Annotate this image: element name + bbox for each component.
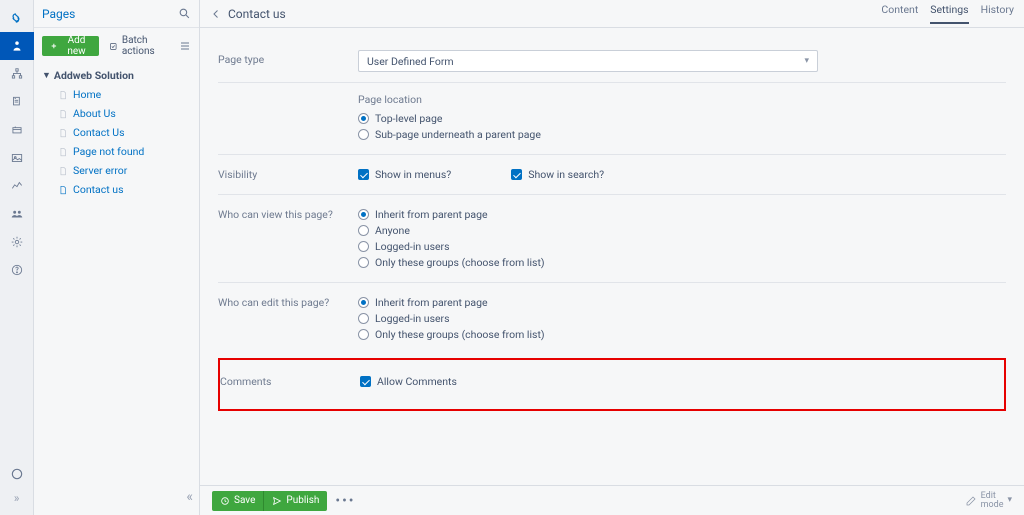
tree-item-home[interactable]: Home bbox=[40, 85, 193, 104]
file-icon bbox=[58, 147, 68, 157]
tree-item-page-not-found[interactable]: Page not found bbox=[40, 142, 193, 161]
page-title: Contact us bbox=[228, 7, 286, 21]
tree-item-contact-us-2[interactable]: Contact us bbox=[40, 180, 193, 199]
search-icon[interactable] bbox=[178, 7, 191, 20]
main-header: Contact us Content Settings History bbox=[200, 0, 1024, 28]
radio-icon bbox=[358, 257, 369, 268]
logo-icon[interactable] bbox=[0, 4, 34, 32]
pages-panel-title: Pages bbox=[42, 7, 178, 21]
more-actions-icon[interactable]: ••• bbox=[335, 493, 355, 509]
publish-button[interactable]: Publish bbox=[263, 491, 327, 511]
settings-form: Page type User Defined Form ▾ Page locat… bbox=[200, 28, 1024, 485]
label-visibility: Visibility bbox=[218, 165, 358, 181]
chk-show-search[interactable]: Show in search? bbox=[511, 168, 604, 181]
action-bar: Save Publish ••• Editmode ▾ bbox=[200, 485, 1024, 515]
page-type-select[interactable]: User Defined Form ▾ bbox=[358, 50, 818, 72]
radio-icon bbox=[358, 209, 369, 220]
opt-edit-inherit[interactable]: Inherit from parent page bbox=[358, 296, 978, 309]
rail-expand-icon[interactable]: » bbox=[0, 489, 34, 507]
tab-history[interactable]: History bbox=[981, 3, 1014, 24]
opt-view-inherit[interactable]: Inherit from parent page bbox=[358, 208, 978, 221]
tree-item-server-error[interactable]: Server error bbox=[40, 161, 193, 180]
radio-icon bbox=[358, 113, 369, 124]
list-view-icon[interactable] bbox=[179, 40, 191, 52]
tree-item-about[interactable]: About Us bbox=[40, 104, 193, 123]
rail-campaigns-icon[interactable] bbox=[0, 116, 34, 144]
main-area: Contact us Content Settings History Page… bbox=[200, 0, 1024, 515]
label-page-type: Page type bbox=[218, 50, 358, 66]
page-tree: ▼Addweb Solution Home About Us Contact U… bbox=[34, 64, 199, 201]
tab-content[interactable]: Content bbox=[881, 3, 918, 24]
rail-status-icon[interactable] bbox=[0, 465, 34, 483]
rail-files-icon[interactable] bbox=[0, 88, 34, 116]
opt-view-loggedin[interactable]: Logged-in users bbox=[358, 240, 978, 253]
label-page-location: Page location bbox=[358, 93, 978, 106]
label-who-view: Who can view this page? bbox=[218, 205, 358, 221]
opt-top-level[interactable]: Top-level page bbox=[358, 112, 978, 125]
rail-pages-icon[interactable] bbox=[0, 32, 34, 60]
file-icon bbox=[58, 109, 68, 119]
chk-allow-comments[interactable]: Allow Comments bbox=[360, 375, 980, 388]
radio-icon bbox=[358, 225, 369, 236]
checkbox-icon bbox=[358, 169, 369, 180]
rail-security-icon[interactable] bbox=[0, 200, 34, 228]
nav-rail: » bbox=[0, 0, 34, 515]
checkbox-icon bbox=[360, 376, 371, 387]
radio-icon bbox=[358, 241, 369, 252]
radio-icon bbox=[358, 329, 369, 340]
opt-edit-loggedin[interactable]: Logged-in users bbox=[358, 312, 978, 325]
file-icon bbox=[58, 166, 68, 176]
label-who-edit: Who can edit this page? bbox=[218, 293, 358, 309]
file-icon bbox=[58, 90, 68, 100]
batch-actions[interactable]: Batch actions bbox=[109, 35, 169, 57]
chk-show-menus[interactable]: Show in menus? bbox=[358, 168, 451, 181]
file-icon bbox=[58, 185, 68, 195]
pages-panel: Pages Add new Batch actions ▼Addweb Solu… bbox=[34, 0, 200, 515]
rail-sitemap-icon[interactable] bbox=[0, 60, 34, 88]
radio-icon bbox=[358, 313, 369, 324]
save-button[interactable]: Save bbox=[212, 491, 263, 511]
checkbox-icon bbox=[511, 169, 522, 180]
opt-edit-groups[interactable]: Only these groups (choose from list) bbox=[358, 328, 978, 341]
opt-view-groups[interactable]: Only these groups (choose from list) bbox=[358, 256, 978, 269]
collapse-panel-icon[interactable]: « bbox=[186, 489, 193, 505]
edit-mode-toggle[interactable]: Editmode ▾ bbox=[965, 492, 1012, 510]
tree-item-contact-us-1[interactable]: Contact Us bbox=[40, 123, 193, 142]
file-icon bbox=[58, 128, 68, 138]
comments-highlight: Comments Allow Comments bbox=[218, 358, 1006, 411]
rail-help-icon[interactable] bbox=[0, 256, 34, 284]
add-new-button[interactable]: Add new bbox=[42, 36, 99, 56]
opt-subpage[interactable]: Sub-page underneath a parent page bbox=[358, 128, 978, 141]
radio-icon bbox=[358, 297, 369, 308]
tabs: Content Settings History bbox=[881, 3, 1014, 24]
opt-view-anyone[interactable]: Anyone bbox=[358, 224, 978, 237]
radio-icon bbox=[358, 129, 369, 140]
tree-root[interactable]: ▼Addweb Solution bbox=[40, 66, 193, 85]
chevron-down-icon: ▾ bbox=[804, 56, 809, 66]
rail-reports-icon[interactable] bbox=[0, 172, 34, 200]
rail-settings-icon[interactable] bbox=[0, 228, 34, 256]
tab-settings[interactable]: Settings bbox=[930, 3, 968, 24]
label-comments: Comments bbox=[220, 372, 360, 388]
back-icon[interactable] bbox=[210, 8, 222, 20]
rail-media-icon[interactable] bbox=[0, 144, 34, 172]
